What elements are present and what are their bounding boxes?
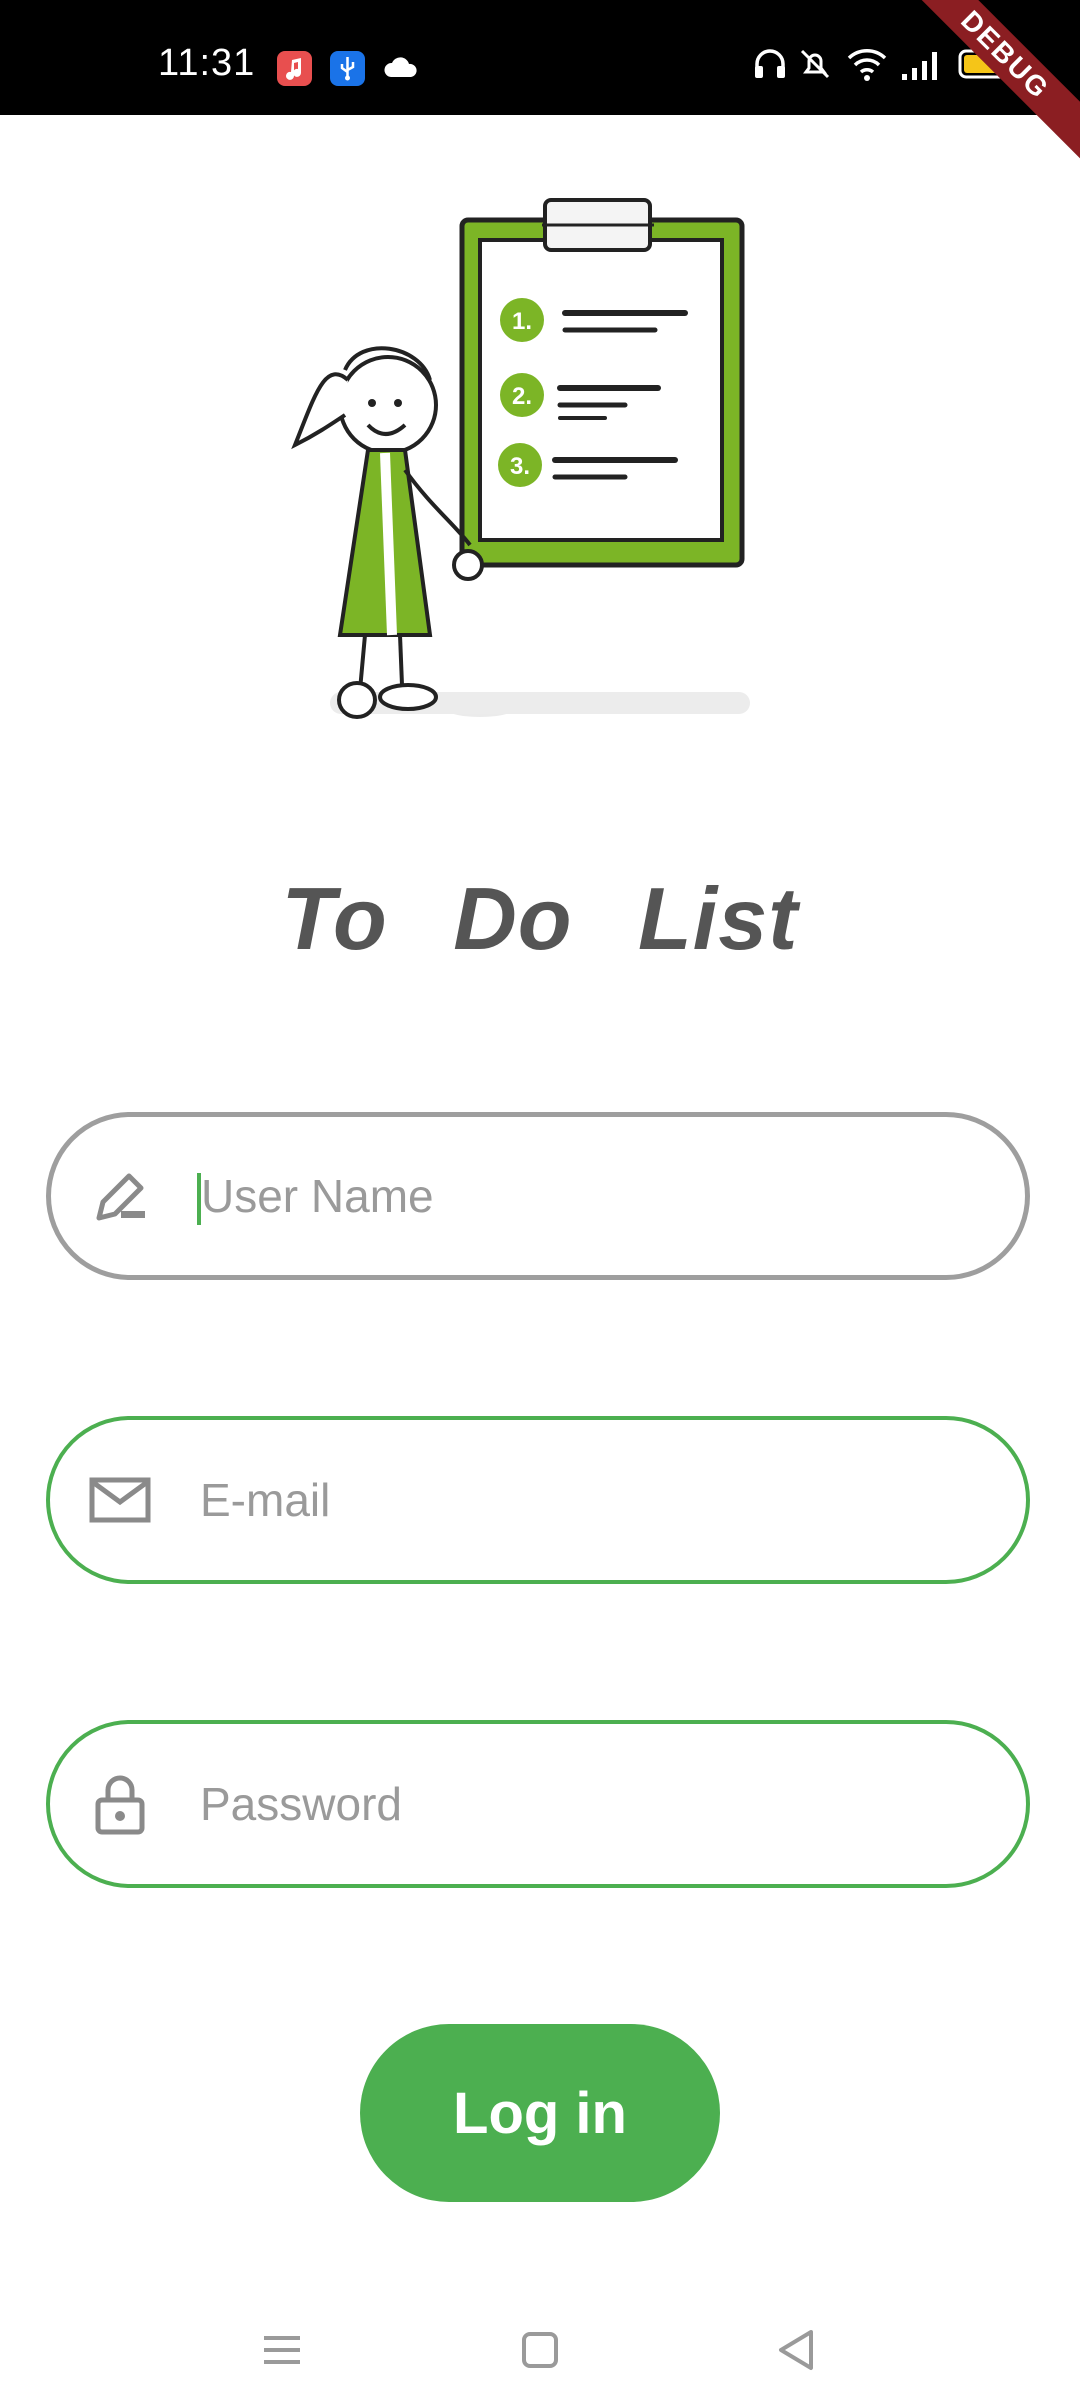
headphones-icon xyxy=(755,49,785,78)
wifi-icon xyxy=(847,49,887,81)
mail-icon xyxy=(89,1477,151,1523)
music-app-icon xyxy=(277,51,312,86)
home-icon[interactable] xyxy=(508,2318,572,2382)
status-time: 11:31 xyxy=(158,42,256,84)
edit-icon xyxy=(96,1173,145,1221)
password-field[interactable] xyxy=(46,1720,1030,1888)
signal-icon xyxy=(902,52,937,80)
list-number-1: 1. xyxy=(512,308,532,335)
username-field[interactable] xyxy=(46,1112,1030,1280)
email-input[interactable] xyxy=(190,1420,990,1580)
mute-icon xyxy=(800,49,830,79)
app-title: To Do List xyxy=(281,869,799,968)
menu-icon[interactable] xyxy=(250,2318,314,2382)
todo-illustration: 1. 2. 3. xyxy=(291,198,750,719)
password-input[interactable] xyxy=(190,1724,990,1884)
text-cursor xyxy=(197,1173,201,1225)
list-number-3: 3. xyxy=(510,453,530,480)
email-field[interactable] xyxy=(46,1416,1030,1584)
usb-icon xyxy=(330,51,365,86)
system-nav-bar xyxy=(0,2300,1080,2400)
username-input[interactable] xyxy=(191,1117,991,1275)
back-icon[interactable] xyxy=(765,2318,829,2382)
login-button[interactable]: Log in xyxy=(360,2024,720,2202)
list-number-2: 2. xyxy=(512,383,532,410)
status-bar: 11:31 DEBUG xyxy=(0,0,1080,162)
cloud-icon xyxy=(382,51,417,86)
lock-icon xyxy=(95,1775,145,1835)
